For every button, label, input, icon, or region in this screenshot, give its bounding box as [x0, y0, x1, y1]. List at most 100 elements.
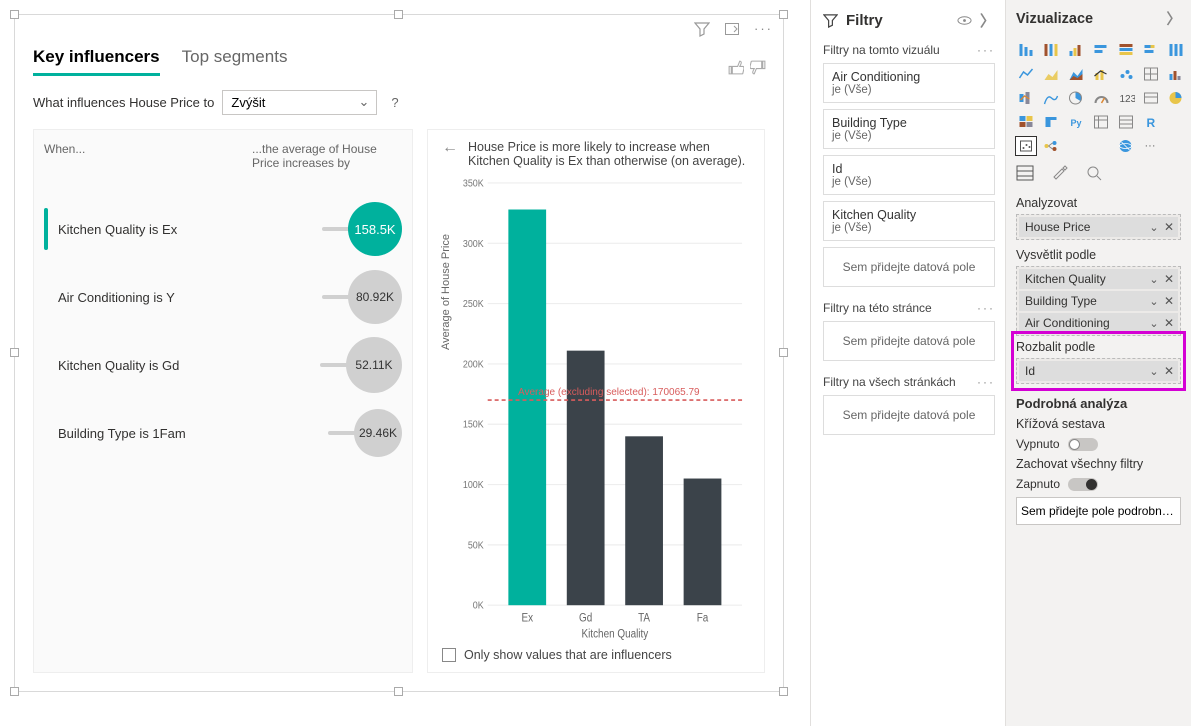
viz-type-icon[interactable]: Py	[1066, 113, 1086, 131]
viz-type-icon[interactable]	[1091, 41, 1111, 59]
remove-field-icon[interactable]: ✕	[1164, 364, 1174, 378]
field-chip[interactable]: Id⌄ ✕	[1019, 361, 1178, 381]
viz-type-icon[interactable]	[1116, 137, 1136, 155]
collapse-pane-icon[interactable]: 〉	[980, 10, 995, 31]
viz-type-icon[interactable]: 123	[1116, 89, 1136, 107]
viz-type-icon[interactable]	[1166, 65, 1186, 83]
field-chip[interactable]: Building Type⌄ ✕	[1019, 291, 1178, 311]
influencer-row[interactable]: Kitchen Quality is Gd 52.11K	[44, 334, 402, 396]
format-tab-icon[interactable]	[1052, 165, 1068, 184]
sentence-prefix: What influences House Price to	[33, 95, 214, 110]
influence-direction-select[interactable]: Zvýšit	[222, 90, 377, 115]
viz-type-icon[interactable]	[1041, 137, 1061, 155]
tab-top-segments[interactable]: Top segments	[182, 47, 288, 76]
add-drill-field-button[interactable]: Sem přidejte pole podrobné…	[1016, 497, 1181, 525]
chevron-down-icon[interactable]: ⌄	[1149, 366, 1158, 378]
viz-type-icon[interactable]	[1141, 89, 1161, 107]
viz-type-icon[interactable]	[1091, 113, 1111, 131]
remove-field-icon[interactable]: ✕	[1164, 272, 1174, 286]
viz-type-icon[interactable]	[1041, 89, 1061, 107]
eye-icon[interactable]	[957, 13, 972, 28]
viz-type-icon[interactable]: ···	[1141, 137, 1161, 155]
svg-text:350K: 350K	[463, 178, 484, 190]
influencer-row[interactable]: Building Type is 1Fam 29.46K	[44, 402, 402, 464]
resize-handle[interactable]	[10, 10, 19, 19]
resize-handle[interactable]	[10, 348, 19, 357]
filters-title: Filtry	[846, 12, 883, 29]
chevron-down-icon[interactable]: ⌄	[1149, 318, 1158, 330]
expand-well[interactable]: Id⌄ ✕	[1016, 358, 1181, 384]
remove-field-icon[interactable]: ✕	[1164, 316, 1174, 330]
tab-key-influencers[interactable]: Key influencers	[33, 47, 160, 76]
collapse-pane-icon[interactable]: 〉	[1167, 8, 1182, 29]
svg-text:250K: 250K	[463, 298, 484, 310]
viz-type-icon[interactable]	[1166, 41, 1186, 59]
viz-type-icon[interactable]	[1066, 41, 1086, 59]
more-icon[interactable]: ···	[977, 43, 995, 57]
resize-handle[interactable]	[779, 10, 788, 19]
viz-type-icon[interactable]: R	[1141, 113, 1161, 131]
analyze-well[interactable]: House Price⌄ ✕	[1016, 214, 1181, 240]
viz-type-icon[interactable]	[1166, 89, 1186, 107]
influencer-row[interactable]: Air Conditioning is Y 80.92K	[44, 266, 402, 328]
viz-type-icon[interactable]	[1091, 65, 1111, 83]
viz-type-icon[interactable]	[1041, 113, 1061, 131]
filter-card[interactable]: Kitchen Quality je (Vše)	[823, 201, 995, 241]
viz-type-icon[interactable]	[1016, 89, 1036, 107]
only-influencers-checkbox[interactable]	[442, 648, 456, 662]
filter-card[interactable]: Id je (Vše)	[823, 155, 995, 195]
explain-well[interactable]: Kitchen Quality⌄ ✕Building Type⌄ ✕Air Co…	[1016, 266, 1181, 336]
filter-card[interactable]: Air Conditioning je (Vše)	[823, 63, 995, 103]
field-chip[interactable]: Air Conditioning⌄ ✕	[1019, 313, 1178, 333]
key-influencers-visual[interactable]: ··· Key influencers Top segments What in…	[14, 14, 784, 692]
chevron-down-icon[interactable]: ⌄	[1149, 222, 1158, 234]
chevron-down-icon[interactable]: ⌄	[1149, 296, 1158, 308]
viz-type-icon[interactable]	[1141, 65, 1161, 83]
back-arrow-icon[interactable]: ←	[442, 140, 458, 156]
thumbs-up-icon[interactable]	[727, 59, 744, 76]
resize-handle[interactable]	[779, 687, 788, 696]
resize-handle[interactable]	[394, 10, 403, 19]
remove-field-icon[interactable]: ✕	[1164, 220, 1174, 234]
filter-icon[interactable]	[694, 21, 710, 40]
viz-type-icon[interactable]	[1041, 65, 1061, 83]
viz-type-icon[interactable]	[1141, 41, 1161, 59]
viz-type-icon[interactable]	[1091, 89, 1111, 107]
keep-filters-toggle[interactable]	[1068, 478, 1098, 491]
focus-mode-icon[interactable]	[724, 21, 740, 40]
viz-type-icon[interactable]	[1116, 41, 1136, 59]
viz-type-icon[interactable]	[1016, 113, 1036, 131]
resize-handle[interactable]	[10, 687, 19, 696]
viz-type-icon[interactable]	[1116, 113, 1136, 131]
influencer-row[interactable]: Kitchen Quality is Ex 158.5K	[44, 198, 402, 260]
add-page-filter[interactable]: Sem přidejte datová pole	[823, 321, 995, 361]
field-chip[interactable]: House Price⌄ ✕	[1019, 217, 1178, 237]
filter-card[interactable]: Building Type je (Vše)	[823, 109, 995, 149]
resize-handle[interactable]	[779, 348, 788, 357]
report-canvas[interactable]: ··· Key influencers Top segments What in…	[0, 0, 810, 726]
chevron-down-icon[interactable]: ⌄	[1149, 274, 1158, 286]
remove-field-icon[interactable]: ✕	[1164, 294, 1174, 308]
viz-type-icon	[1166, 137, 1186, 155]
viz-type-icon[interactable]	[1016, 137, 1036, 155]
add-all-filter[interactable]: Sem přidejte datová pole	[823, 395, 995, 435]
analytics-tab-icon[interactable]	[1086, 165, 1102, 184]
help-icon[interactable]: ?	[391, 95, 398, 110]
fields-tab-icon[interactable]	[1016, 165, 1034, 184]
thumbs-down-icon[interactable]	[750, 59, 767, 76]
add-visual-filter[interactable]: Sem přidejte datová pole	[823, 247, 995, 287]
field-chip[interactable]: Kitchen Quality⌄ ✕	[1019, 269, 1178, 289]
viz-type-icon[interactable]	[1066, 65, 1086, 83]
more-icon[interactable]: ···	[977, 301, 995, 315]
resize-handle[interactable]	[394, 687, 403, 696]
more-icon[interactable]: ···	[977, 375, 995, 389]
viz-type-icon[interactable]	[1041, 41, 1061, 59]
viz-type-icon[interactable]	[1016, 65, 1036, 83]
viz-type-icon[interactable]	[1066, 89, 1086, 107]
viz-type-icon[interactable]	[1116, 65, 1136, 83]
more-options-icon[interactable]: ···	[754, 21, 773, 40]
col-when: When...	[44, 142, 85, 170]
section-all-filters: Filtry na všech stránkách	[823, 375, 956, 389]
cross-report-toggle[interactable]	[1068, 438, 1098, 451]
viz-type-icon[interactable]	[1016, 41, 1036, 59]
